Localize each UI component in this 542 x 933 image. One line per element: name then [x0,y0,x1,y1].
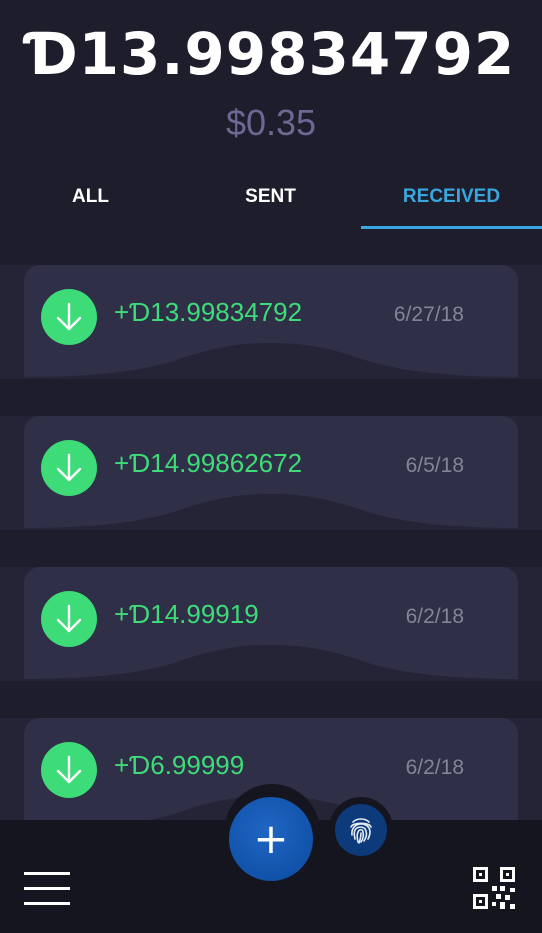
menu-line [24,887,70,890]
transaction-row[interactable]: +Ɗ14.99862672 6/5/18 [0,416,542,566]
transaction-amount: +Ɗ6.99999 [114,750,245,780]
transaction-date: 6/27/18 [393,303,464,326]
transaction-amount: +Ɗ14.99862672 [114,448,303,478]
arrow-down-icon [41,440,97,496]
card-wave-decoration [24,645,518,681]
tab-received[interactable]: RECEIVED [361,166,542,228]
transaction-date: 6/2/18 [405,605,464,628]
plus-icon: + [253,814,289,863]
transaction-amount: +Ɗ13.99834792 [114,297,303,327]
transaction-row[interactable]: +Ɗ14.99919 6/2/18 [0,567,542,717]
menu-line [24,902,70,905]
arrow-down-icon [41,742,97,798]
transaction-list[interactable]: +Ɗ13.99834792 6/27/18 +Ɗ14.99862672 6/5/… [0,265,542,825]
qr-code-icon[interactable] [472,866,516,910]
card-wave-decoration [24,494,518,530]
card-wave-decoration [24,343,518,379]
transaction-card[interactable]: +Ɗ13.99834792 6/27/18 [24,265,518,379]
hamburger-menu-icon[interactable] [24,870,70,906]
fingerprint-button[interactable] [335,804,387,856]
transaction-date: 6/5/18 [405,454,464,477]
transaction-amount: +Ɗ14.99919 [114,599,259,629]
transaction-date: 6/2/18 [405,756,464,779]
transaction-card[interactable]: +Ɗ14.99919 6/2/18 [24,567,518,681]
balance-amount: Ɗ13.99834792 [26,20,516,88]
add-transaction-button[interactable]: + [229,797,313,881]
fiat-balance: $0.35 [225,102,317,143]
tab-sent[interactable]: SENT [180,166,361,228]
arrow-down-icon [41,591,97,647]
menu-line [24,872,70,875]
transaction-filter-tabs: ALL SENT RECEIVED [0,166,542,230]
fingerprint-icon [350,818,372,844]
wallet-screen: Ɗ13.99834792 $0.35 ALL SENT RECEIVED +Ɗ1… [0,0,542,933]
arrow-down-icon [41,289,97,345]
transaction-row[interactable]: +Ɗ13.99834792 6/27/18 [0,265,542,415]
tab-all[interactable]: ALL [0,166,181,228]
active-tab-indicator [361,226,542,229]
transaction-card[interactable]: +Ɗ14.99862672 6/5/18 [24,416,518,530]
